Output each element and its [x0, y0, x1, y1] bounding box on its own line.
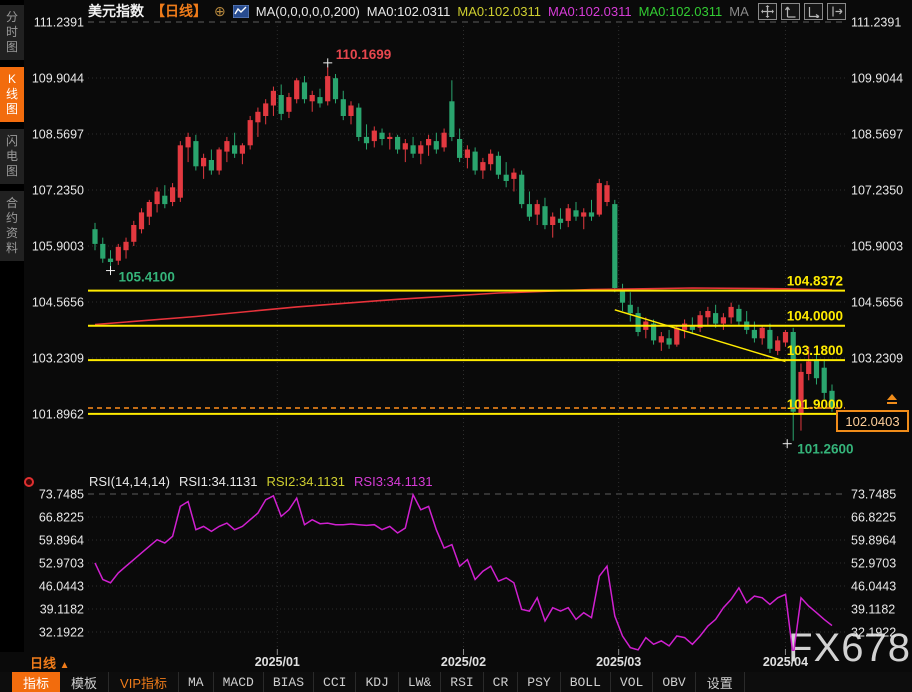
ma0-value-4: MA0:102.0311 — [639, 4, 723, 19]
svg-text:2025/03: 2025/03 — [596, 655, 641, 669]
period-tag: 【日线】 — [151, 1, 207, 21]
svg-text:105.9003: 105.9003 — [851, 240, 903, 254]
rsi3-value: RSI3:34.1131 — [354, 474, 433, 489]
time-axis-scale-icon[interactable] — [804, 3, 823, 20]
svg-text:105.9003: 105.9003 — [32, 240, 84, 254]
ma0-value-3: MA0:102.0311 — [548, 4, 632, 19]
svg-text:101.8962: 101.8962 — [32, 408, 84, 422]
sidebar-tab-timeline[interactable]: 分时图 — [0, 5, 24, 60]
tab-vol[interactable]: VOL — [611, 672, 653, 692]
tab-cr[interactable]: CR — [484, 672, 519, 692]
svg-text:104.5656: 104.5656 — [851, 296, 903, 310]
svg-text:73.7485: 73.7485 — [851, 488, 896, 502]
tab-boll[interactable]: BOLL — [561, 672, 611, 692]
rsi-settings-icon[interactable] — [24, 477, 34, 487]
svg-text:59.8964: 59.8964 — [39, 534, 84, 548]
svg-text:66.8225: 66.8225 — [39, 511, 84, 525]
svg-text:52.9703: 52.9703 — [851, 557, 896, 571]
rsi-axis-labels: 73.7485 73.7485 66.8225 66.8225 59.8964 59.89… — [39, 488, 896, 640]
svg-text:46.0443: 46.0443 — [851, 580, 896, 594]
tab-kdj[interactable]: KDJ — [356, 672, 398, 692]
indicator-toolbar: 指标 模板 VIP指标 MA MACD BIAS CCI KDJ LW& RSI… — [0, 672, 912, 692]
sidebar-tab-flash[interactable]: 闪电图 — [0, 129, 24, 184]
chart-legend-bar: 美元指数 【日线】 ⊕ MA(0,0,0,0,0,200) MA0:102.03… — [88, 2, 749, 20]
rsi-formula: RSI(14,14,14) — [89, 474, 170, 489]
tab-lw[interactable]: LW& — [399, 672, 441, 692]
tab-bias[interactable]: BIAS — [264, 672, 314, 692]
ma0-value-1: MA0:102.0311 — [367, 4, 451, 19]
svg-text:2025/04: 2025/04 — [763, 655, 808, 669]
svg-text:109.9044: 109.9044 — [32, 72, 84, 86]
svg-text:73.7485: 73.7485 — [39, 488, 84, 502]
svg-text:104.0000: 104.0000 — [787, 309, 843, 324]
x-axis-date-labels: 2025/01 2025/02 2025/03 2025/04 — [255, 655, 808, 669]
ma-formula: MA(0,0,0,0,0,200) — [256, 4, 360, 19]
tab-ma[interactable]: MA — [179, 672, 214, 692]
chart-tool-buttons — [758, 3, 846, 20]
svg-text:32.1922: 32.1922 — [851, 626, 896, 640]
tab-rsi[interactable]: RSI — [441, 672, 483, 692]
svg-text:32.1922: 32.1922 — [39, 626, 84, 640]
tab-macd[interactable]: MACD — [214, 672, 264, 692]
svg-text:39.1182: 39.1182 — [40, 603, 84, 617]
svg-text:52.9703: 52.9703 — [39, 557, 84, 571]
svg-text:111.2391: 111.2391 — [851, 16, 901, 30]
svg-text:107.2350: 107.2350 — [851, 184, 903, 198]
svg-text:2025/01: 2025/01 — [255, 655, 300, 669]
symbol-title: 美元指数 — [88, 1, 144, 21]
tab-obv[interactable]: OBV — [653, 672, 695, 692]
tab-cci[interactable]: CCI — [314, 672, 356, 692]
move-crosshair-icon[interactable] — [758, 3, 777, 20]
price-chart-canvas[interactable]: 104.8372104.0000103.1800101.9000110.1699… — [0, 0, 912, 692]
svg-text:104.8372: 104.8372 — [787, 274, 843, 289]
chart-type-sidebar: 分时图 K线图 闪电图 合约资料 — [0, 0, 24, 652]
svg-text:59.8964: 59.8964 — [851, 534, 896, 548]
svg-text:109.9044: 109.9044 — [851, 72, 903, 86]
tab-psy[interactable]: PSY — [518, 672, 560, 692]
current-price-box: 102.0403 — [836, 410, 909, 432]
price-axis-scale-icon[interactable] — [781, 3, 800, 20]
shift-chart-icon[interactable] — [827, 3, 846, 20]
svg-text:110.1699: 110.1699 — [336, 47, 392, 62]
tab-template[interactable]: 模板 — [60, 672, 109, 692]
tab-settings[interactable]: 设置 — [696, 672, 745, 692]
add-indicator-icon[interactable]: ⊕ — [214, 3, 226, 20]
sidebar-tab-kline[interactable]: K线图 — [0, 67, 24, 122]
sidebar-tab-contract-info[interactable]: 合约资料 — [0, 191, 24, 261]
svg-text:103.2309: 103.2309 — [32, 352, 84, 366]
rsi2-value: RSI2:34.1131 — [266, 474, 345, 489]
ma0-value-2: MA0:102.0311 — [457, 4, 541, 19]
price-annotations: 110.1699 105.4100 101.2600 — [106, 47, 854, 457]
svg-text:107.2350: 107.2350 — [32, 184, 84, 198]
svg-text:101.2600: 101.2600 — [797, 442, 853, 457]
svg-text:103.2309: 103.2309 — [851, 352, 903, 366]
svg-text:2025/02: 2025/02 — [441, 655, 486, 669]
svg-text:108.5697: 108.5697 — [851, 128, 903, 142]
period-selector[interactable]: 日线 ▲ — [30, 653, 70, 672]
svg-text:101.9000: 101.9000 — [787, 397, 843, 412]
svg-text:108.5697: 108.5697 — [32, 128, 84, 142]
tab-indicator[interactable]: 指标 — [12, 672, 60, 692]
period-selector-label: 日线 — [30, 656, 56, 671]
rsi1-value: RSI1:34.1131 — [179, 474, 258, 489]
rsi-gridlines — [88, 494, 845, 632]
rsi-legend: RSI(14,14,14) RSI1:34.1131 RSI2:34.1131 … — [89, 474, 433, 489]
ma-label-truncated: MA — [729, 4, 749, 19]
svg-text:111.2391: 111.2391 — [34, 16, 84, 30]
period-up-arrow-icon: ▲ — [60, 660, 70, 671]
svg-text:46.0443: 46.0443 — [39, 580, 84, 594]
svg-text:39.1182: 39.1182 — [851, 603, 895, 617]
main-gridlines — [88, 22, 845, 414]
svg-text:104.5656: 104.5656 — [32, 296, 84, 310]
svg-text:103.1800: 103.1800 — [787, 343, 843, 358]
tab-vip-indicator[interactable]: VIP指标 — [109, 672, 179, 692]
ma-indicator-icon[interactable] — [233, 5, 249, 18]
svg-text:105.4100: 105.4100 — [119, 270, 175, 285]
svg-text:66.8225: 66.8225 — [851, 511, 896, 525]
